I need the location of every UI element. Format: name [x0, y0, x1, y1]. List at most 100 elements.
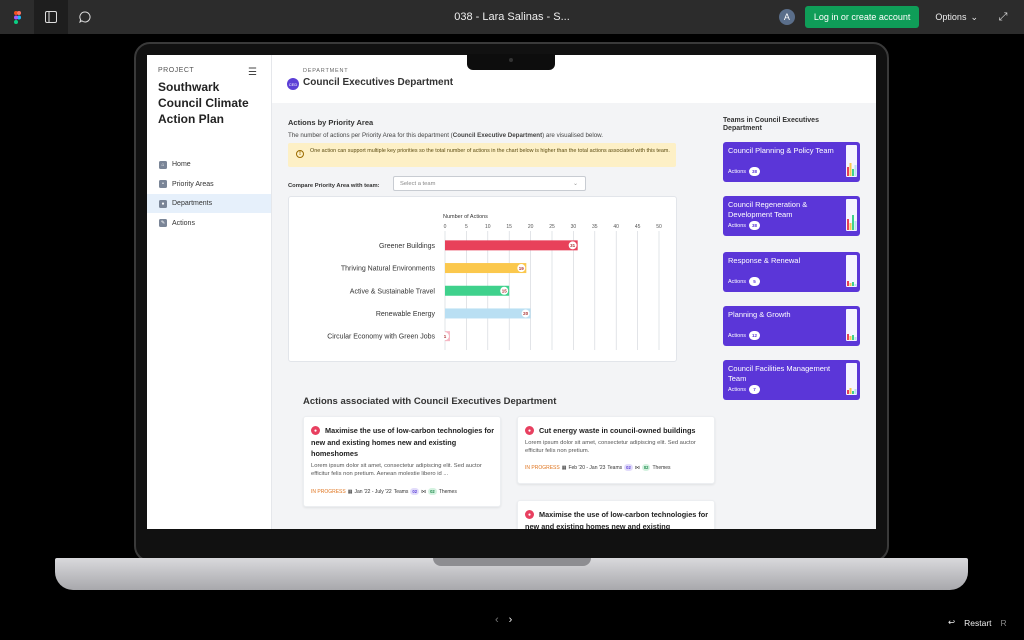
team-name: Council Regeneration & Development Team [728, 200, 808, 219]
previous-icon[interactable]: ‹ [495, 614, 499, 626]
next-icon[interactable]: › [509, 614, 513, 626]
x-tick-label: 45 [635, 224, 641, 230]
team-mini-chart [846, 309, 857, 341]
bar [445, 285, 510, 296]
menu-icon[interactable]: ☰ [248, 67, 257, 78]
sidebar-toggle-icon[interactable] [34, 0, 68, 34]
sidebar-item-home[interactable]: ⌂ Home [147, 155, 271, 174]
team-name: Response & Renewal [728, 256, 801, 265]
team-actions-label: Actions [728, 332, 747, 339]
sidebar-item-departments[interactable]: ● Departments [147, 194, 271, 213]
action-title: Maximise the use of low-carbon technolog… [311, 426, 495, 458]
sidebar-item-priority-areas[interactable]: • Priority Areas [147, 175, 271, 194]
camera-notch [467, 54, 555, 70]
teams-count: 02 [410, 488, 420, 495]
bar [445, 240, 578, 251]
comment-icon[interactable] [68, 0, 102, 34]
desc-department: Council Executive Department [452, 132, 543, 139]
x-tick-label: 10 [485, 224, 491, 230]
priority-chart-card: Number of Actions 0 5 10 15 20 25 30 35 40 45 50 Gre… [288, 196, 677, 362]
info-icon: ! [296, 150, 304, 158]
restart-shortcut: R [1000, 617, 1007, 628]
sidebar-item-label: Actions [172, 219, 195, 227]
status-badge: IN PROGRESS [525, 464, 560, 471]
action-dates: Feb '20 - Jan '23 [568, 464, 606, 471]
x-tick-label: 15 [506, 224, 512, 230]
team-card[interactable]: Response & Renewal Actions 5 [723, 252, 860, 292]
sidebar-item-label: Home [172, 161, 191, 168]
sidebar: PROJECT ☰ Southwark Council Climate Acti… [147, 55, 272, 529]
chevron-down-icon: ⌄ [572, 181, 578, 187]
teams-label: Teams [607, 464, 623, 471]
team-actions-count: 38 [749, 167, 761, 176]
chevron-down-icon: ⌄ [970, 11, 978, 22]
category-label: Greener Buildings [379, 243, 436, 250]
team-actions-count: 38 [749, 221, 761, 230]
warning-banner: ! One action can support multiple key pr… [288, 143, 676, 167]
teams-panel-title: Teams in Council Executives Department [723, 117, 819, 132]
action-meta: IN PROGRESS ▦ Jan '22 - July '22 Teams 0… [311, 488, 457, 495]
actions-section-title: Actions associated with Council Executiv… [303, 396, 557, 407]
team-select[interactable]: Select a team ⌄ [393, 176, 586, 191]
themes-count: 02 [641, 464, 651, 471]
page-header: CED DEPARTMENT Council Executives Depart… [272, 55, 876, 103]
calendar-icon: ▦ [561, 464, 567, 471]
department-badge: CED [287, 78, 299, 90]
team-card[interactable]: Council Planning & Policy Team Actions 38 [723, 142, 860, 182]
team-actions-label: Actions [728, 222, 747, 229]
department-label: DEPARTMENT [303, 68, 349, 74]
team-card[interactable]: Council Facilities Management Team Actio… [723, 360, 860, 400]
users-icon: ● [159, 199, 167, 208]
themes-count: 02 [428, 488, 437, 495]
desc-prefix: The number of actions per Priority Area … [288, 132, 453, 139]
teams-count: 02 [624, 464, 633, 471]
team-actions-label: Actions [728, 386, 747, 393]
team-actions: Actions 38 [728, 167, 761, 176]
bar [445, 263, 527, 274]
team-actions-label: Actions [728, 168, 747, 175]
project-title: Southwark Council Climate Action Plan [158, 80, 249, 126]
expand-icon[interactable]: ⤢ [994, 11, 1012, 24]
team-actions: Actions 5 [728, 277, 761, 286]
action-meta: IN PROGRESS ▦ Feb '20 - Jan '23 Teams 02… [525, 464, 671, 471]
action-title: Cut energy waste in council-owned buildi… [539, 426, 696, 435]
x-tick-label: 40 [613, 224, 619, 230]
sidebar-item-actions[interactable]: ✎ Actions [147, 214, 271, 233]
data-label: 19 [519, 266, 525, 271]
options-menu[interactable]: Options ⌄ [929, 12, 984, 23]
action-title: Maximise the use of low-carbon technolog… [525, 510, 709, 529]
team-actions-label: Actions [728, 278, 747, 285]
warning-text: One action can support multiple key prio… [310, 148, 670, 154]
action-desc: Lorem ipsum dolor sit amet, consectetur … [525, 440, 696, 454]
team-actions: Actions 7 [728, 385, 761, 394]
desc-suffix: ) are visualised below. [542, 132, 604, 139]
team-mini-chart [846, 255, 857, 287]
action-card[interactable]: ● Maximise the use of low-carbon technol… [303, 416, 501, 507]
restart-label: Restart [964, 617, 992, 628]
team-name: Council Facilities Management Team [728, 364, 831, 383]
team-actions-count: 5 [749, 277, 761, 286]
restart-button[interactable]: ↩ Restart R [948, 617, 1007, 628]
category-label: Circular Economy with Green Jobs [327, 334, 435, 341]
category-label: Renewable Energy [376, 311, 436, 318]
category-label: Thriving Natural Environments [341, 266, 436, 273]
laptop-base-notch [433, 558, 591, 566]
x-tick-label: 5 [465, 224, 468, 230]
action-card[interactable]: ● Maximise the use of low-carbon technol… [517, 500, 715, 529]
avatar[interactable]: A [778, 9, 795, 25]
link-icon: ⋈ [421, 488, 427, 495]
figma-logo-icon[interactable] [0, 0, 34, 34]
team-card[interactable]: Planning & Growth Actions 12 [723, 306, 860, 346]
restart-icon: ↩ [948, 617, 956, 627]
team-actions-count: 7 [749, 385, 761, 394]
action-card[interactable]: ● Cut energy waste in council-owned buil… [517, 416, 715, 484]
login-button[interactable]: Log in or create account [804, 6, 920, 28]
priority-section-title: Actions by Priority Area [288, 118, 374, 127]
teams-label: Teams [393, 488, 409, 495]
themes-label: Themes [652, 464, 671, 471]
action-dates: Jan '22 - July '22 [354, 488, 392, 495]
prototype-nav: ‹ › [495, 614, 512, 626]
team-mini-chart [846, 363, 857, 395]
team-card[interactable]: Council Regeneration & Development Team … [723, 196, 860, 236]
team-actions-count: 12 [749, 331, 761, 340]
